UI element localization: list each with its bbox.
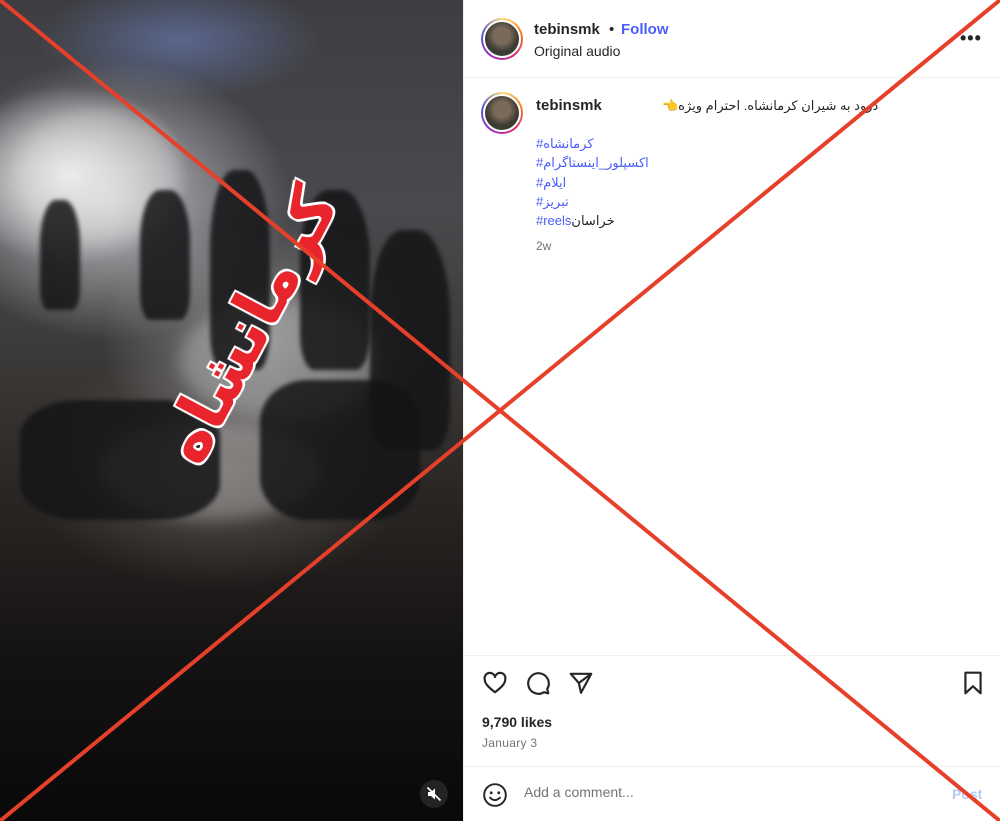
post-header: tebinsmk • Follow Original audio ••• [464, 0, 1000, 78]
post-date[interactable]: January 3 [482, 736, 537, 750]
mute-toggle-button[interactable] [420, 780, 448, 808]
like-button[interactable] [481, 669, 509, 697]
speaker-muted-icon [426, 786, 442, 802]
author-username[interactable]: tebinsmk [534, 21, 600, 38]
bookmark-icon [964, 671, 982, 695]
caption-text: درود به شیران کرمانشاه. احترام ویژه👈 [662, 98, 879, 113]
emoji-icon[interactable] [482, 782, 508, 808]
reel-video[interactable]: کرمانشاه [0, 0, 463, 821]
caption-avatar[interactable] [481, 92, 523, 134]
hashtag-link[interactable]: #reels [536, 213, 571, 228]
caption-trailing-text: خراسان [571, 213, 615, 228]
more-options-icon[interactable]: ••• [960, 28, 982, 49]
post-panel: tebinsmk • Follow Original audio ••• teb… [463, 0, 1000, 821]
caption-username[interactable]: tebinsmk [536, 97, 602, 114]
separator-dot: • [609, 21, 615, 38]
follow-button[interactable]: Follow [621, 21, 669, 38]
hashtag-link[interactable]: #تبریز [536, 194, 569, 210]
hashtag-link[interactable]: #کرمانشاه [536, 136, 594, 152]
save-button[interactable] [959, 669, 987, 697]
share-button[interactable] [567, 669, 595, 697]
heart-icon [483, 671, 507, 694]
share-icon [569, 672, 593, 694]
hashtag-link[interactable]: #ایلام [536, 175, 566, 191]
action-bar [464, 655, 1000, 765]
hashtag-link[interactable]: #اکسپلور_اینستاگرام [536, 155, 649, 171]
audio-link[interactable]: Original audio [534, 43, 620, 59]
comment-icon [527, 672, 550, 695]
comment-input[interactable] [524, 784, 924, 800]
post-comment-button[interactable]: Post [952, 786, 982, 802]
caption-timestamp[interactable]: 2w [536, 239, 551, 253]
likes-count[interactable]: 9,790 likes [482, 714, 552, 730]
comment-button[interactable] [524, 669, 552, 697]
author-avatar[interactable] [481, 18, 523, 60]
comment-bar: Post [464, 766, 1000, 821]
